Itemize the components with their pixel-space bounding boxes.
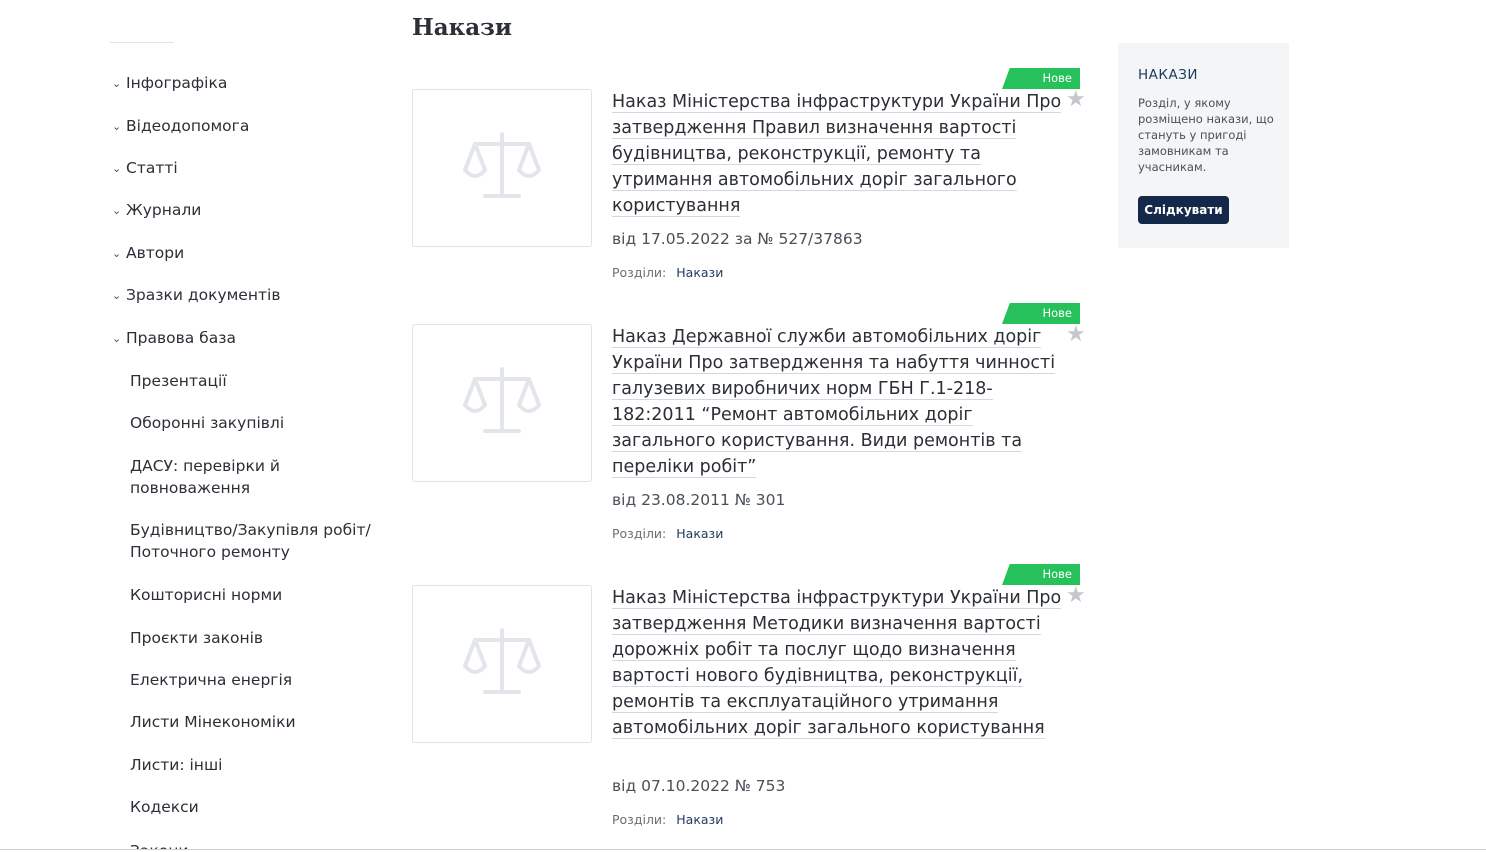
chevron-down-icon: ⌄	[112, 161, 122, 175]
sidebar-subitem-codes[interactable]: Кодекси	[130, 796, 390, 818]
sidebar-item-document-samples[interactable]: ⌄ Зразки документів	[112, 286, 280, 304]
panel-description: Розділ, у якому розміщено накази, що ста…	[1138, 96, 1274, 174]
sections-label: Розділи:	[612, 265, 667, 280]
order-date-number: від 17.05.2022 за № 527/37863	[612, 230, 863, 248]
sidebar-item-articles[interactable]: ⌄ Статті	[112, 159, 178, 177]
sidebar-subitem-electric-energy[interactable]: Електрична енергія	[130, 669, 390, 691]
chevron-down-icon: ⌄	[112, 246, 122, 260]
order-sections: Розділи: Накази	[612, 812, 723, 827]
section-link[interactable]: Накази	[676, 265, 723, 280]
new-badge: Нове	[1002, 564, 1080, 585]
order-sections: Розділи: Накази	[612, 265, 723, 280]
order-card: Нове ★ Наказ Міністерства інфраструктури…	[412, 564, 1092, 834]
favorite-star-icon[interactable]: ★	[1066, 87, 1086, 112]
sidebar-item-label: Статті	[126, 159, 178, 177]
panel-title: НАКАЗИ	[1138, 67, 1198, 83]
order-thumbnail[interactable]	[412, 89, 592, 247]
order-card: Нове ★ Наказ Міністерства інфраструктури…	[412, 68, 1092, 288]
chevron-down-icon: ⌄	[112, 203, 122, 217]
chevron-down-icon: ⌄	[112, 119, 122, 133]
sidebar-item-label: Автори	[126, 244, 185, 262]
order-sections: Розділи: Накази	[612, 526, 723, 541]
chevron-down-icon: ⌄	[112, 288, 122, 302]
page-title: Накази	[412, 14, 512, 41]
top-divider	[110, 42, 174, 43]
sidebar-subitem-draft-laws[interactable]: Проєкти законів	[130, 627, 390, 649]
order-date-number: від 23.08.2011 № 301	[612, 491, 786, 509]
sidebar-item-infographics[interactable]: ⌄ Інфографіка	[112, 74, 227, 92]
sidebar-subitem-presentations[interactable]: Презентації	[130, 370, 390, 392]
sidebar-item-legal-base[interactable]: ⌄ Правова база	[112, 329, 236, 347]
order-date-number: від 07.10.2022 № 753	[612, 777, 786, 795]
sidebar-item-label: Відеодопомога	[126, 117, 250, 135]
sidebar-subitem-cost-norms[interactable]: Кошторисні норми	[130, 584, 390, 606]
order-title[interactable]: Наказ Міністерства інфраструктури Україн…	[612, 89, 1062, 219]
sidebar-item-label: Журнали	[126, 201, 202, 219]
section-info-panel: НАКАЗИ Розділ, у якому розміщено накази,…	[1118, 43, 1289, 248]
sidebar-item-authors[interactable]: ⌄ Автори	[112, 244, 184, 262]
sidebar-subitem-mineconomy-letters[interactable]: Листи Мінекономіки	[130, 711, 390, 733]
sidebar-item-video-help[interactable]: ⌄ Відеодопомога	[112, 117, 249, 135]
scales-icon	[463, 628, 541, 694]
order-title[interactable]: Наказ Державної служби автомобільних дор…	[612, 324, 1062, 480]
order-thumbnail[interactable]	[412, 585, 592, 743]
section-link[interactable]: Накази	[676, 526, 723, 541]
new-badge: Нове	[1002, 68, 1080, 89]
sidebar-item-label: Правова база	[126, 329, 236, 347]
sidebar-item-label: Інфографіка	[126, 74, 228, 92]
sidebar-item-label: Зразки документів	[126, 286, 281, 304]
sections-label: Розділи:	[612, 526, 667, 541]
sidebar-subitem-defense-procurement[interactable]: Оборонні закупівлі	[130, 412, 390, 434]
chevron-down-icon: ⌄	[112, 331, 122, 345]
order-card: Нове ★ Наказ Державної служби автомобіль…	[412, 303, 1092, 548]
new-badge: Нове	[1002, 303, 1080, 324]
sidebar-subitem-construction[interactable]: Будівництво/Закупівля робіт/ Поточного р…	[130, 519, 390, 563]
sections-label: Розділи:	[612, 812, 667, 827]
favorite-star-icon[interactable]: ★	[1066, 583, 1086, 608]
favorite-star-icon[interactable]: ★	[1066, 322, 1086, 347]
follow-button[interactable]: Слідкувати	[1138, 196, 1229, 224]
order-thumbnail[interactable]	[412, 324, 592, 482]
order-title[interactable]: Наказ Міністерства інфраструктури Україн…	[612, 585, 1062, 741]
sidebar-subitem-other-letters[interactable]: Листи: інші	[130, 754, 390, 776]
bottom-divider	[0, 849, 1486, 850]
sidebar-subitem-dasu[interactable]: ДАСУ: перевірки й повноваження	[130, 455, 390, 499]
chevron-down-icon: ⌄	[112, 76, 122, 90]
section-link[interactable]: Накази	[676, 812, 723, 827]
scales-icon	[463, 367, 541, 433]
sidebar-item-journals[interactable]: ⌄ Журнали	[112, 201, 201, 219]
scales-icon	[463, 132, 541, 198]
